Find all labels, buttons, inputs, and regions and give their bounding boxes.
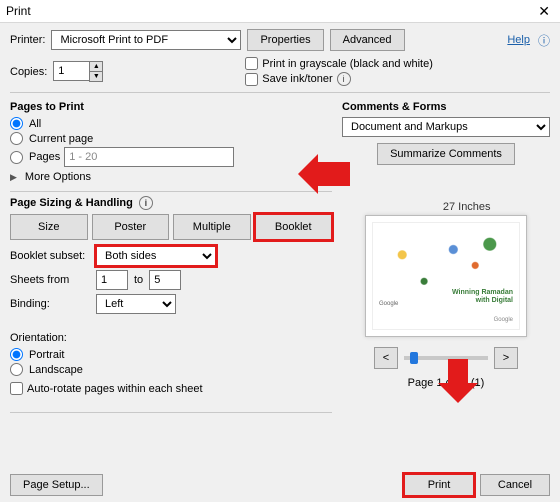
sheets-from-label: Sheets from	[10, 274, 90, 286]
printer-label: Printer:	[10, 34, 45, 46]
properties-button[interactable]: Properties	[247, 29, 323, 51]
binding-label: Binding:	[10, 298, 90, 310]
radio-landscape[interactable]	[10, 363, 23, 376]
pager-slider[interactable]	[404, 356, 488, 360]
page-setup-button[interactable]: Page Setup...	[10, 474, 103, 496]
pager-prev-button[interactable]: <	[374, 347, 398, 369]
copies-up-icon[interactable]: ▲	[90, 62, 102, 72]
autorotate-label: Auto-rotate pages within each sheet	[27, 383, 203, 395]
pager-next-button[interactable]: >	[494, 347, 518, 369]
dialog-content: Printer: Microsoft Print to PDF Properti…	[0, 23, 560, 417]
preview-page: Google Winning Ramadanwith Digital Googl…	[372, 222, 520, 330]
dialog-footer: Page Setup... Print Cancel	[10, 474, 550, 496]
annotation-arrow-left	[316, 162, 350, 186]
autorotate-checkbox[interactable]: Auto-rotate pages within each sheet	[10, 382, 203, 395]
help-icon[interactable]: ⓘ	[538, 32, 550, 49]
radio-portrait[interactable]	[10, 348, 23, 361]
preview-footer-logo: Google	[494, 317, 513, 323]
preview-caption: Winning Ramadanwith Digital	[452, 289, 513, 305]
more-options-toggle[interactable]: More Options	[25, 171, 91, 183]
radio-landscape-label: Landscape	[29, 364, 83, 376]
preview-dimensions: 8.5 x 11.27 Inches	[342, 201, 550, 213]
page-sizing-title: Page Sizing & Handling	[10, 197, 133, 209]
info-icon[interactable]: i	[337, 72, 351, 86]
pager: < >	[342, 347, 550, 369]
window-title: Print	[6, 4, 534, 18]
pages-to-print-title: Pages to Print	[10, 101, 332, 113]
tab-booklet[interactable]: Booklet	[255, 214, 333, 240]
right-panel: Comments & Forms Document and Markups Su…	[342, 97, 550, 417]
annotation-arrow-down	[448, 359, 468, 387]
copies-row: Copies: ▲ ▼ Print in grayscale (black an…	[10, 57, 550, 86]
comments-mode-select[interactable]: Document and Markups	[342, 117, 550, 137]
radio-current-label: Current page	[29, 133, 93, 145]
grayscale-input[interactable]	[245, 57, 258, 70]
sheets-to-input[interactable]	[149, 270, 181, 290]
radio-current[interactable]	[10, 132, 23, 145]
sheets-to-label: to	[134, 274, 143, 286]
copies-label: Copies:	[10, 66, 47, 78]
orientation-title: Orientation:	[10, 332, 332, 344]
info-icon[interactable]: i	[139, 196, 153, 210]
copies-input[interactable]	[53, 61, 89, 81]
radio-all-label: All	[29, 118, 41, 130]
binding-select[interactable]: Left	[96, 294, 176, 314]
title-bar: Print ✕	[0, 0, 560, 23]
sheets-from-input[interactable]	[96, 270, 128, 290]
copies-down-icon[interactable]: ▼	[90, 72, 102, 81]
left-panel: Pages to Print All Current page Pages ▶ …	[10, 97, 332, 417]
radio-all[interactable]	[10, 117, 23, 130]
preview-logo: Google	[379, 301, 398, 307]
grayscale-checkbox[interactable]: Print in grayscale (black and white)	[245, 57, 433, 70]
autorotate-input[interactable]	[10, 382, 23, 395]
help-link[interactable]: Help	[507, 34, 530, 46]
sizing-tabs: Size Poster Multiple Booklet	[10, 214, 332, 240]
grayscale-label: Print in grayscale (black and white)	[262, 58, 433, 70]
print-button[interactable]: Print	[404, 474, 474, 496]
save-ink-checkbox[interactable]: Save ink/toner i	[245, 72, 433, 86]
divider	[10, 92, 550, 93]
divider	[10, 191, 332, 192]
radio-pages-label: Pages	[29, 151, 60, 163]
booklet-subset-label: Booklet subset:	[10, 250, 90, 262]
radio-portrait-label: Portrait	[29, 349, 64, 361]
pages-range-input[interactable]	[64, 147, 234, 167]
printer-row: Printer: Microsoft Print to PDF Properti…	[10, 29, 550, 51]
save-ink-input[interactable]	[245, 73, 258, 86]
pager-thumb[interactable]	[410, 352, 418, 364]
tab-size[interactable]: Size	[10, 214, 88, 240]
radio-pages[interactable]	[10, 151, 23, 164]
comments-title: Comments & Forms	[342, 101, 550, 113]
close-icon[interactable]: ✕	[534, 3, 554, 20]
divider	[10, 412, 332, 413]
summarize-comments-button[interactable]: Summarize Comments	[377, 143, 515, 165]
tab-poster[interactable]: Poster	[92, 214, 170, 240]
printer-select[interactable]: Microsoft Print to PDF	[51, 30, 241, 50]
advanced-button[interactable]: Advanced	[330, 29, 405, 51]
copies-spinner[interactable]: ▲ ▼	[53, 61, 103, 82]
tab-multiple[interactable]: Multiple	[173, 214, 251, 240]
cancel-button[interactable]: Cancel	[480, 474, 550, 496]
chevron-right-icon[interactable]: ▶	[10, 172, 17, 183]
booklet-subset-select[interactable]: Both sides	[96, 246, 216, 266]
print-preview: Google Winning Ramadanwith Digital Googl…	[365, 215, 527, 337]
save-ink-label: Save ink/toner	[262, 73, 332, 85]
